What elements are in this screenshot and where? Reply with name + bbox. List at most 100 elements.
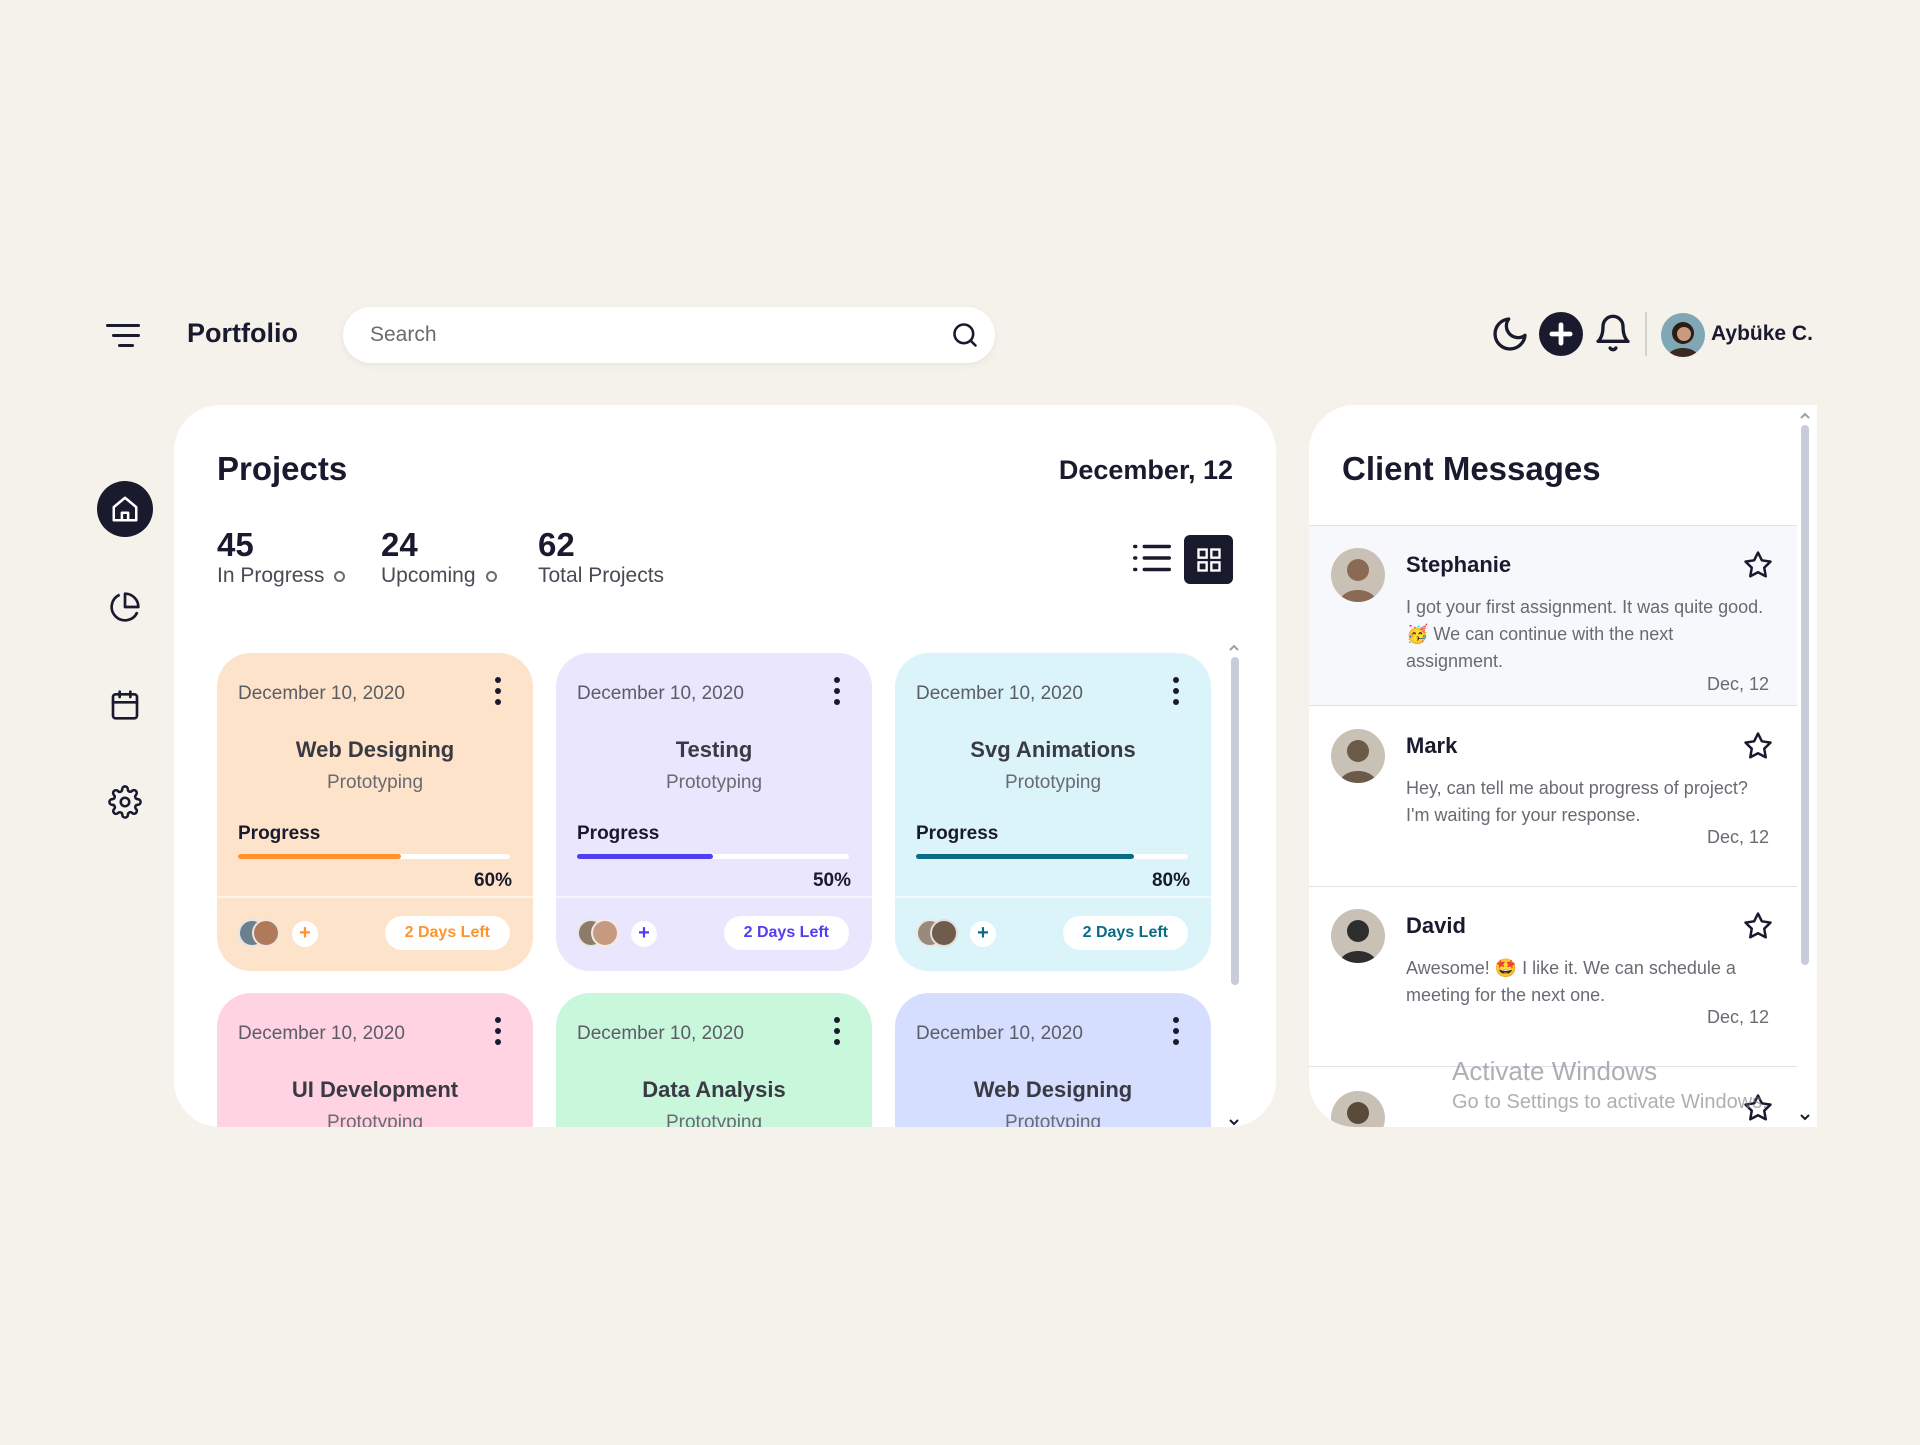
card-title: Web Designing <box>973 1077 1133 1102</box>
nav-settings[interactable] <box>97 774 153 830</box>
add-participant-button[interactable]: + <box>970 921 996 947</box>
participant-avatars[interactable] <box>238 919 284 949</box>
messages-title: Client Messages <box>1342 450 1601 487</box>
stat-in-progress: 45 In Progress <box>217 526 346 588</box>
progress-percent: 80% <box>1151 870 1190 891</box>
calendar-icon <box>111 690 139 720</box>
more-vertical-icon[interactable] <box>493 677 503 707</box>
stat-label: In Progress <box>217 564 325 587</box>
search-bar <box>343 307 995 363</box>
scroll-down-icon[interactable] <box>1228 1117 1240 1127</box>
search-icon[interactable] <box>951 321 979 349</box>
avatar <box>252 919 280 947</box>
project-card[interactable]: December 10, 2020 Svg Animations Prototypi… <box>895 653 1211 971</box>
avatar <box>591 919 619 947</box>
client-messages-panel: Client Messages Stephanie I got your firs… <box>1309 405 1817 1127</box>
card-date: December 10, 2020 <box>916 683 1083 704</box>
sender-name: David <box>1406 913 1466 938</box>
days-left-badge[interactable]: 2 Days Left <box>384 916 510 950</box>
more-vertical-icon[interactable] <box>1171 1017 1181 1047</box>
card-title: Svg Animations <box>970 737 1136 762</box>
project-card[interactable]: December 10, 2020 Web Designing Prototypin… <box>895 993 1211 1127</box>
header-divider <box>1645 312 1647 356</box>
add-button[interactable] <box>1539 312 1583 356</box>
progress-percent: 60% <box>473 870 512 891</box>
user-avatar[interactable] <box>1661 313 1705 357</box>
progress-fill <box>577 854 713 859</box>
stat-value: 62 <box>538 526 575 563</box>
scroll-down-icon[interactable] <box>1799 1112 1811 1122</box>
projects-scrollbar-thumb[interactable] <box>1231 657 1239 985</box>
user-name[interactable]: Aybüke C. <box>1711 322 1813 346</box>
card-subtitle: Prototyping <box>665 772 763 793</box>
progress-label: Progress <box>577 823 660 844</box>
card-subtitle: Prototyping <box>326 1112 424 1127</box>
moon-icon[interactable] <box>1490 314 1530 354</box>
project-card[interactable]: December 10, 2020 UI Development Prototypi… <box>217 993 533 1127</box>
add-participant-button[interactable]: + <box>292 921 318 947</box>
card-subtitle: Prototyping <box>1004 772 1102 793</box>
card-title: Testing <box>675 737 753 762</box>
project-cards-grid: December 10, 2020 Web Designing Prototypin… <box>217 647 1227 1127</box>
avatar[interactable] <box>1331 548 1385 602</box>
windows-activation-watermark: Activate Windows <box>1452 1056 1658 1086</box>
avatar[interactable] <box>1331 1091 1385 1127</box>
message-item[interactable]: David Awesome! 🤩 I like it. We can schedu… <box>1309 887 1797 1067</box>
sender-name: Mark <box>1406 733 1458 758</box>
project-card[interactable]: December 10, 2020 Testing Prototyping Progr… <box>556 653 872 971</box>
more-vertical-icon[interactable] <box>832 1017 842 1047</box>
settings-icon <box>108 785 142 819</box>
card-date: December 10, 2020 <box>577 683 744 704</box>
days-left-badge[interactable]: 2 Days Left <box>1062 916 1188 950</box>
divider <box>1309 705 1797 706</box>
project-card[interactable]: December 10, 2020 Data Analysis Prototypin… <box>556 993 872 1127</box>
avatar[interactable] <box>1331 909 1385 963</box>
projects-date: December, 12 <box>1058 455 1233 485</box>
message-item[interactable]: Mark Hey, can tell me about progress of p… <box>1309 707 1797 887</box>
grid-icon <box>1196 547 1221 572</box>
add-participant-button[interactable]: + <box>631 921 657 947</box>
search-input[interactable] <box>370 307 930 363</box>
message-date: Dec, 12 <box>1706 1007 1769 1027</box>
avatar[interactable] <box>1331 729 1385 783</box>
card-title: Data Analysis <box>642 1077 786 1102</box>
messages-scrollbar-thumb[interactable] <box>1801 425 1809 965</box>
scroll-up-icon[interactable] <box>1799 411 1811 421</box>
card-date: December 10, 2020 <box>577 1023 744 1044</box>
list-icon[interactable] <box>1129 535 1175 581</box>
message-date: Dec, 12 <box>1706 827 1769 847</box>
star-icon[interactable] <box>1743 550 1773 580</box>
card-subtitle: Prototyping <box>1004 1112 1102 1127</box>
progress-bar <box>577 854 849 859</box>
pie-chart-icon <box>110 592 140 622</box>
windows-activation-hint: Go to Settings to activate Windows. <box>1452 1091 1768 1113</box>
progress-label: Progress <box>238 823 321 844</box>
card-subtitle: Prototyping <box>665 1112 763 1127</box>
card-date: December 10, 2020 <box>238 1023 405 1044</box>
more-vertical-icon[interactable] <box>493 1017 503 1047</box>
status-dot-icon <box>334 570 346 582</box>
more-vertical-icon[interactable] <box>832 677 842 707</box>
nav-analytics[interactable] <box>97 579 153 635</box>
participant-avatars[interactable] <box>916 919 962 949</box>
stat-total: 62 Total Projects <box>538 526 664 588</box>
message-item[interactable]: Stephanie I got your first assignment. It… <box>1309 526 1797 706</box>
message-text: I got your first assignment. It was quit… <box>1406 597 1764 671</box>
participant-avatars[interactable] <box>577 919 623 949</box>
progress-label: Progress <box>916 823 999 844</box>
project-card[interactable]: December 10, 2020 Web Designing Prototypin… <box>217 653 533 971</box>
menu-icon[interactable] <box>106 322 146 350</box>
message-date: Dec, 12 <box>1706 674 1769 694</box>
home-icon <box>112 496 138 522</box>
days-left-badge[interactable]: 2 Days Left <box>723 916 849 950</box>
star-icon[interactable] <box>1743 911 1773 941</box>
bell-icon[interactable] <box>1593 313 1633 353</box>
nav-calendar[interactable] <box>97 677 153 733</box>
message-text: Awesome! 🤩 I like it. We can schedule a … <box>1406 958 1736 1005</box>
grid-view-button[interactable] <box>1184 535 1233 584</box>
scroll-up-icon[interactable] <box>1228 643 1240 653</box>
star-icon[interactable] <box>1743 731 1773 761</box>
nav-home[interactable] <box>97 481 153 537</box>
more-vertical-icon[interactable] <box>1171 677 1181 707</box>
progress-fill <box>238 854 402 859</box>
